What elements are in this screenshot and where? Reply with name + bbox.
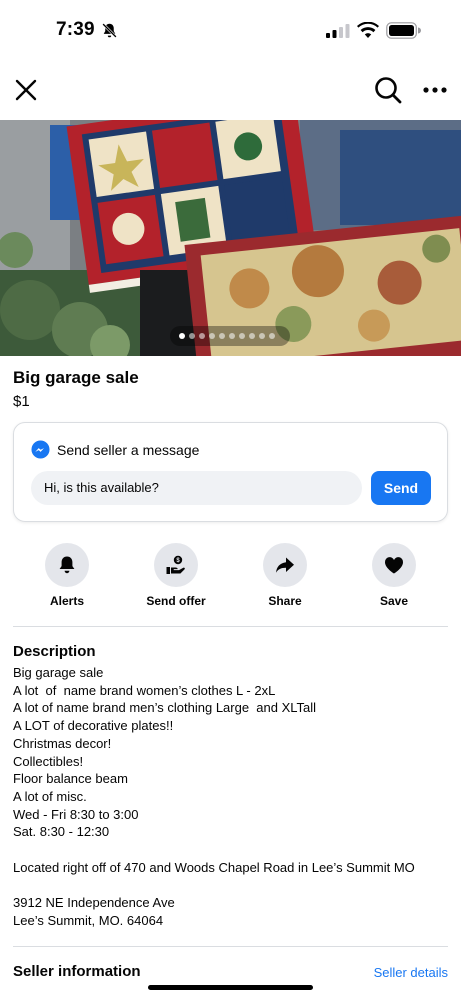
message-card-title: Send seller a message: [57, 442, 200, 458]
share-icon: [276, 557, 294, 573]
search-icon[interactable]: [373, 75, 403, 105]
page-dot: [199, 333, 205, 339]
save-label: Save: [379, 594, 409, 608]
page-dot: [219, 333, 225, 339]
description-line: A lot of name brand men’s clothing Large…: [13, 700, 317, 716]
seller-details-link[interactable]: Seller details: [374, 965, 448, 980]
heart-icon: [384, 557, 404, 574]
signal-icon: [326, 24, 350, 38]
page-dot: [249, 333, 255, 339]
share-label: Share: [268, 594, 302, 608]
seller-info-title: Seller information: [13, 963, 141, 980]
description-line: Collectibles!: [13, 753, 84, 769]
description-line: [13, 841, 453, 859]
alerts-label: Alerts: [49, 594, 84, 608]
page-dot: [269, 333, 275, 339]
listing-title: Big garage sale: [13, 368, 139, 387]
description-line: 3912 NE Independence Ave: [13, 895, 175, 911]
page-dot: [239, 333, 245, 339]
description-line: Lee’s Summit, MO. 64064: [13, 912, 164, 928]
share-circle: [263, 543, 307, 587]
offer-icon: $: [166, 555, 185, 574]
status-bar: 7:39: [0, 0, 461, 62]
page-dot: [209, 333, 215, 339]
send-button[interactable]: Send: [371, 471, 431, 505]
message-input[interactable]: Hi, is this available?: [31, 471, 362, 505]
divider: [13, 626, 448, 627]
listing-photo[interactable]: [0, 120, 461, 356]
send-offer-button[interactable]: $ Send offer: [126, 543, 226, 608]
action-row: Alerts $ Send offer Share Save: [0, 543, 461, 613]
status-time: 7:39: [56, 19, 95, 40]
alerts-circle: [45, 543, 89, 587]
send-offer-circle: $: [154, 543, 198, 587]
description-line: Wed - Fri 8:30 to 3:00: [13, 806, 139, 822]
message-seller-card: Send seller a message Hi, is this availa…: [13, 422, 448, 522]
photo-dots-graphic: [179, 333, 275, 339]
divider: [13, 946, 448, 947]
nav-bar: [0, 62, 461, 120]
more-icon[interactable]: [422, 76, 448, 104]
close-icon[interactable]: [12, 76, 40, 104]
save-button[interactable]: Save: [344, 543, 444, 608]
description-body: Big garage sale A lot of name brand wome…: [13, 664, 453, 930]
send-offer-label: Send offer: [146, 594, 206, 608]
battery-icon: [386, 22, 421, 39]
listing-photo-image: [0, 120, 461, 356]
description-title: Description: [13, 643, 96, 660]
home-indicator: [148, 985, 313, 990]
page-dot: [259, 333, 265, 339]
description-line: [13, 876, 453, 894]
listing-price: $1: [13, 393, 30, 410]
description-line: Sat. 8:30 - 12:30: [13, 824, 110, 840]
alerts-button[interactable]: Alerts: [17, 543, 117, 608]
description-line: Located right off of 470 and Woods Chape…: [13, 859, 415, 875]
description-line: A LOT of decorative plates!!: [13, 718, 174, 734]
messenger-icon: [31, 440, 50, 459]
description-line: Floor balance beam: [13, 771, 128, 787]
description-line: Christmas decor!: [13, 735, 112, 751]
bell-slash-icon: [101, 22, 118, 39]
page-dot: [189, 333, 195, 339]
photo-page-dots[interactable]: [170, 326, 290, 346]
save-circle: [372, 543, 416, 587]
page-dot: [229, 333, 235, 339]
wifi-icon: [357, 22, 379, 38]
description-line: A lot of name brand women’s clothes L - …: [13, 682, 276, 698]
description-line: A lot of misc.: [13, 788, 87, 804]
bell-icon: [59, 556, 75, 574]
page-dot: [179, 333, 185, 339]
share-button[interactable]: Share: [235, 543, 335, 608]
description-line: Big garage sale: [13, 665, 104, 680]
